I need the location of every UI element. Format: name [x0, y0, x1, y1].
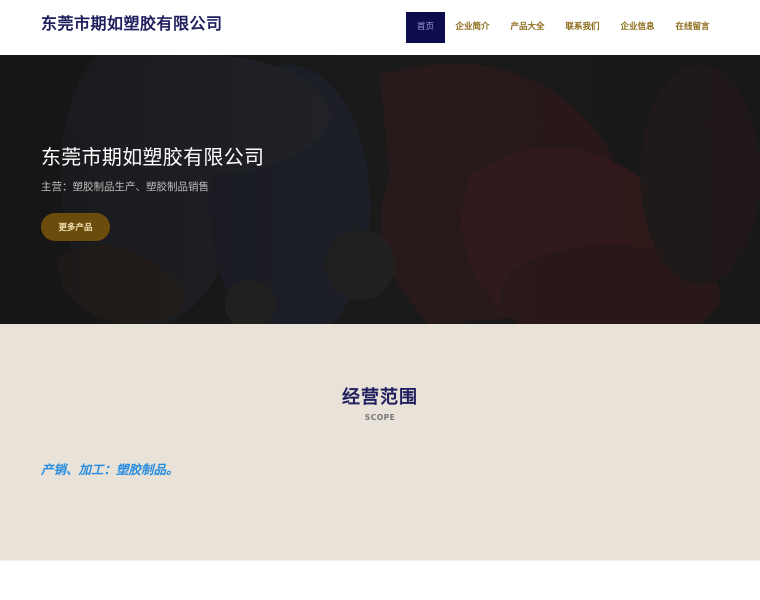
- scope-title: 经营范围: [342, 387, 418, 408]
- nav-item-company-info[interactable]: 企业信息: [610, 12, 665, 43]
- more-products-button[interactable]: 更多产品: [41, 213, 110, 241]
- site-header: 东莞市期如塑胶有限公司 首页 企业简介 产品大全 联系我们 企业信息 在线留言: [0, 0, 760, 55]
- scope-text: 产销、加工：塑胶制品。: [41, 462, 179, 477]
- nav-item-contact[interactable]: 联系我们: [555, 12, 610, 43]
- divider: [0, 560, 760, 561]
- hero-banner: 东莞市期如塑胶有限公司 主营：塑胶制品生产、塑胶制品销售 更多产品: [0, 55, 760, 324]
- hero-subtitle: 主营：塑胶制品生产、塑胶制品销售: [41, 181, 209, 193]
- nav-item-home[interactable]: 首页: [406, 12, 445, 43]
- scope-subtitle: SCOPE: [364, 413, 396, 422]
- hero-title: 东莞市期如塑胶有限公司: [41, 145, 265, 169]
- nav-item-products[interactable]: 产品大全: [500, 12, 555, 43]
- nav-item-about[interactable]: 企业简介: [445, 12, 500, 43]
- scope-section: 经营范围 SCOPE 产销、加工：塑胶制品。: [0, 324, 760, 560]
- main-nav: 首页 企业简介 产品大全 联系我们 企业信息 在线留言: [406, 12, 720, 43]
- nav-item-message[interactable]: 在线留言: [665, 12, 720, 43]
- company-logo-text[interactable]: 东莞市期如塑胶有限公司: [41, 10, 223, 34]
